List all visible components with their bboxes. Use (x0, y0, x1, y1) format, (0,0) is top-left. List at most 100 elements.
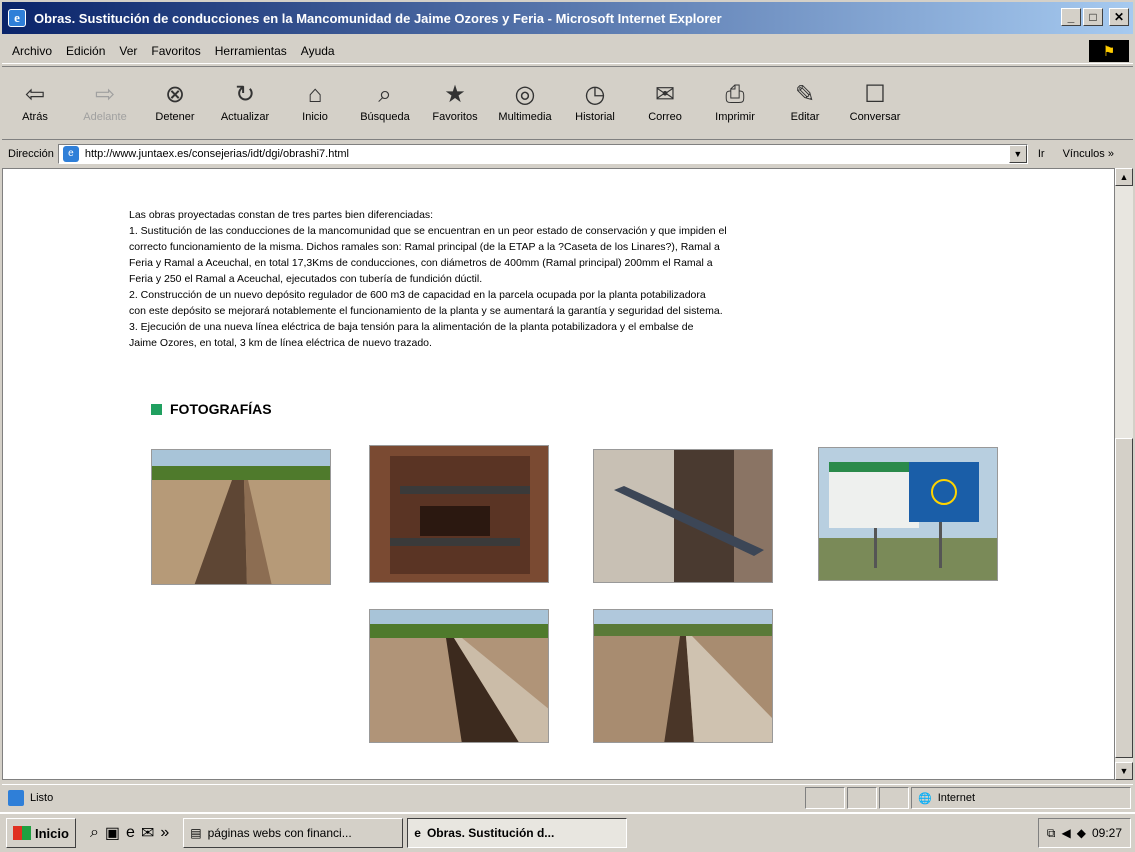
text-line: Las obras proyectadas constan de tres pa… (129, 209, 434, 221)
search-icon: ⌕ (378, 81, 392, 108)
text-line: 2. Construcción de un nuevo depósito reg… (129, 289, 706, 301)
text-line: 3. Ejecución de una nueva línea eléctric… (129, 321, 694, 333)
status-panel (805, 787, 845, 809)
menu-bar: Archivo Edición Ver Favoritos Herramient… (2, 38, 1133, 64)
links-button[interactable]: Vínculos » (1063, 148, 1114, 160)
discuss-button[interactable]: ☐ Conversar (842, 79, 908, 123)
scroll-up-icon[interactable]: ▲ (1115, 168, 1133, 186)
zone-text: Internet (937, 792, 976, 804)
menu-ayuda[interactable]: Ayuda (301, 44, 335, 58)
outlook-icon[interactable]: ✉ (141, 823, 154, 843)
stop-icon: ⊗ (164, 81, 186, 108)
scroll-thumb[interactable] (1115, 438, 1133, 758)
stop-button[interactable]: ⊗ Detener (142, 79, 208, 123)
photos-heading: FOTOGRAFÍAS (151, 401, 272, 417)
search-icon[interactable]: ⌕ (90, 824, 99, 842)
photo-pipe-closeup[interactable] (593, 449, 773, 583)
start-button[interactable]: Inicio (6, 818, 76, 848)
clock: 09:27 (1091, 826, 1122, 840)
back-icon: ⇦ (24, 81, 46, 108)
mail-button[interactable]: ✉ Correo (632, 79, 698, 123)
task-paginas-webs[interactable]: ▤ páginas webs con financi... (183, 818, 404, 848)
vertical-scrollbar[interactable]: ▲ ▼ (1115, 168, 1133, 780)
close-button[interactable]: ✕ (1109, 8, 1129, 26)
multimedia-button[interactable]: ◎ Multimedia (492, 79, 558, 123)
chevron-icon[interactable]: » (160, 824, 169, 842)
print-button[interactable]: ⎙ Imprimir (702, 79, 768, 123)
photo-project-sign-image (819, 448, 997, 580)
windows-logo-icon (13, 826, 31, 840)
address-input[interactable]: e http://www.juntaex.es/consejerias/idt/… (57, 144, 1028, 164)
ie-task-icon: e (414, 826, 421, 840)
photo-trench-2-image (370, 610, 548, 742)
photo-trench-3-image (594, 610, 772, 742)
page-icon: e (62, 146, 79, 162)
text-line: correcto funcionamiento de la misma. Dic… (129, 241, 720, 253)
globe-icon: 🌐 (918, 792, 932, 805)
mail-icon: ✉ (654, 81, 676, 108)
menu-herramientas[interactable]: Herramientas (215, 44, 287, 58)
search-button[interactable]: ⌕ Búsqueda (352, 79, 418, 123)
photo-trench-3[interactable] (593, 609, 773, 743)
history-button[interactable]: ◷ Historial (562, 79, 628, 123)
address-dropdown-icon[interactable]: ▼ (1008, 145, 1027, 163)
task-obras[interactable]: e Obras. Sustitución d... (407, 818, 628, 848)
history-icon: ◷ (584, 81, 606, 108)
forward-button[interactable]: ⇨ Adelante (72, 79, 138, 123)
photo-pipe-closeup-image (594, 450, 772, 582)
window-title: Obras. Sustitución de conducciones en la… (34, 10, 722, 26)
home-button[interactable]: ⌂ Inicio (282, 79, 348, 123)
address-url: http://www.juntaex.es/consejerias/idt/dg… (84, 148, 349, 160)
tray-volume-icon[interactable]: ◀ (1062, 826, 1071, 840)
menu-archivo[interactable]: Archivo (12, 44, 52, 58)
doc-icon: ▤ (190, 826, 202, 840)
title-bar: e Obras. Sustitución de conducciones en … (2, 2, 1133, 34)
photo-pipes-trench-image (370, 446, 548, 582)
status-bar: Listo 🌐 Internet (2, 784, 1133, 810)
refresh-button[interactable]: ↻ Actualizar (212, 79, 278, 123)
text-line: 1. Sustitución de las conducciones de la… (129, 225, 727, 237)
home-icon: ⌂ (307, 81, 323, 108)
ie-icon[interactable]: e (126, 824, 135, 842)
menu-ver[interactable]: Ver (119, 44, 137, 58)
zone-panel: 🌐 Internet (911, 787, 1131, 809)
ie-logo-icon: e (8, 9, 26, 27)
system-tray: ⧉ ◀ ◆ 09:27 (1037, 818, 1131, 848)
photo-trench-2[interactable] (369, 609, 549, 743)
tray-app-icon[interactable]: ◆ (1077, 826, 1086, 840)
photo-trench-1[interactable] (151, 449, 331, 585)
desktop-icon[interactable]: ▣ (105, 823, 120, 843)
multimedia-icon: ◎ (514, 81, 536, 108)
photo-trench-1-image (152, 450, 330, 584)
back-button[interactable]: ⇦ Atrás (2, 79, 68, 123)
address-label: Dirección (8, 148, 54, 160)
photo-project-sign[interactable] (818, 447, 998, 581)
description-text: Las obras proyectadas constan de tres pa… (129, 207, 999, 351)
edit-icon: ✎ (794, 81, 816, 108)
status-panel (847, 787, 877, 809)
tray-network-icon[interactable]: ⧉ (1047, 826, 1056, 841)
taskbar: Inicio ⌕ ▣ e ✉ » ▤ páginas webs con fina… (0, 812, 1135, 852)
menu-edicion[interactable]: Edición (66, 44, 105, 58)
go-button[interactable]: Ir (1038, 148, 1045, 160)
minimize-button[interactable]: _ (1061, 8, 1081, 26)
toolbar: ⇦ Atrás ⇨ Adelante ⊗ Detener ↻ Actualizar ⌂ I… (2, 66, 1133, 140)
discuss-icon: ☐ (864, 81, 886, 108)
bullet-square-icon (151, 403, 162, 415)
favorites-button[interactable]: ★ Favoritos (422, 79, 488, 123)
status-panel (879, 787, 909, 809)
quick-launch: ⌕ ▣ e ✉ » (90, 823, 169, 843)
scroll-down-icon[interactable]: ▼ (1115, 762, 1133, 780)
text-line: Jaime Ozores, en total, 3 km de línea el… (129, 337, 432, 349)
browser-window: e Obras. Sustitución de conducciones en … (0, 0, 1135, 852)
menu-favoritos[interactable]: Favoritos (151, 44, 200, 58)
photo-pipes-trench[interactable] (369, 445, 549, 583)
maximize-button[interactable]: □ (1083, 8, 1103, 26)
windows-flag-icon: ⚑ (1089, 40, 1129, 62)
text-line: con este depósito se mejorará notablemen… (129, 305, 723, 317)
edit-button[interactable]: ✎ Editar (772, 79, 838, 123)
page-status-icon (8, 789, 24, 806)
address-bar: Dirección e http://www.juntaex.es/consej… (2, 142, 1133, 166)
print-icon: ⎙ (725, 81, 745, 108)
text-line: Feria y 250 el Ramal a Aceuchal, ejecuta… (129, 273, 483, 285)
